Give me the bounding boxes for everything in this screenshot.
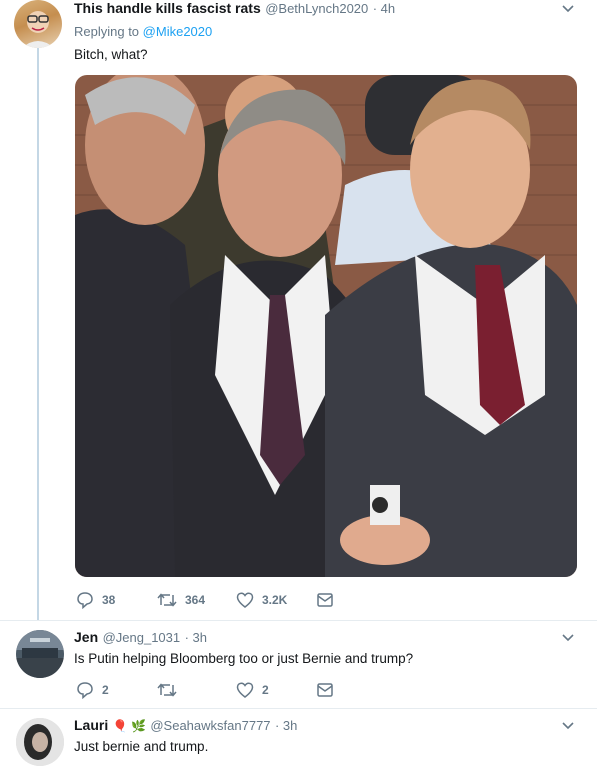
divider bbox=[0, 708, 597, 709]
display-name[interactable]: This handle kills fascist rats bbox=[74, 0, 261, 16]
tweet-text: Bitch, what? bbox=[74, 47, 148, 62]
like-icon bbox=[236, 592, 254, 608]
tweet-text: Is Putin helping Bloomberg too or just B… bbox=[74, 651, 414, 666]
tweet-text: Just bernie and trump. bbox=[74, 739, 209, 754]
message-button[interactable] bbox=[316, 591, 334, 609]
reply-icon bbox=[77, 682, 93, 699]
reply-icon bbox=[77, 592, 93, 609]
chevron-down-icon[interactable] bbox=[562, 5, 574, 13]
retweet-icon bbox=[157, 683, 177, 697]
retweet-count: 364 bbox=[185, 593, 206, 607]
display-name[interactable]: Lauri bbox=[74, 717, 108, 733]
avatar-image bbox=[16, 718, 64, 766]
user-handle[interactable]: @Seahawksfan7777 bbox=[150, 718, 270, 733]
like-count: 2 bbox=[262, 683, 269, 697]
divider bbox=[0, 620, 597, 621]
like-icon bbox=[236, 682, 254, 698]
timestamp[interactable]: · 3h bbox=[185, 630, 207, 645]
user-handle[interactable]: @Jeng_1031 bbox=[103, 630, 181, 645]
reply-button[interactable]: 38 bbox=[76, 591, 115, 609]
avatar-image bbox=[16, 630, 64, 678]
avatar[interactable] bbox=[16, 630, 64, 678]
replying-to-link[interactable]: @Mike2020 bbox=[143, 24, 213, 39]
photo-content bbox=[75, 75, 577, 577]
reply-count: 2 bbox=[102, 683, 109, 697]
display-name[interactable]: Jen bbox=[74, 629, 98, 645]
chevron-down-icon[interactable] bbox=[562, 634, 574, 642]
message-icon bbox=[317, 683, 333, 697]
reply-count: 38 bbox=[102, 593, 116, 607]
name-emoji: 🎈 🌿 bbox=[112, 719, 146, 733]
avatar[interactable] bbox=[16, 718, 64, 766]
retweet-button[interactable]: 364 bbox=[157, 591, 205, 609]
avatar[interactable] bbox=[14, 0, 62, 48]
reply-button[interactable]: 2 bbox=[76, 681, 109, 699]
retweet-button[interactable] bbox=[157, 681, 185, 699]
user-handle[interactable]: @BethLynch2020 bbox=[265, 1, 368, 16]
like-button[interactable]: 2 bbox=[236, 681, 269, 699]
replying-to-label: Replying to bbox=[74, 24, 140, 39]
timestamp[interactable]: · 4h bbox=[373, 1, 395, 16]
thread-line-1 bbox=[37, 48, 39, 620]
message-button[interactable] bbox=[316, 681, 334, 699]
timestamp[interactable]: · 3h bbox=[275, 718, 297, 733]
tweet-photo[interactable] bbox=[75, 75, 577, 577]
like-button[interactable]: 3.2K bbox=[236, 591, 287, 609]
message-icon bbox=[317, 593, 333, 607]
avatar-face bbox=[22, 11, 54, 48]
chevron-down-icon[interactable] bbox=[562, 722, 574, 730]
like-count: 3.2K bbox=[262, 593, 288, 607]
retweet-icon bbox=[157, 593, 177, 607]
